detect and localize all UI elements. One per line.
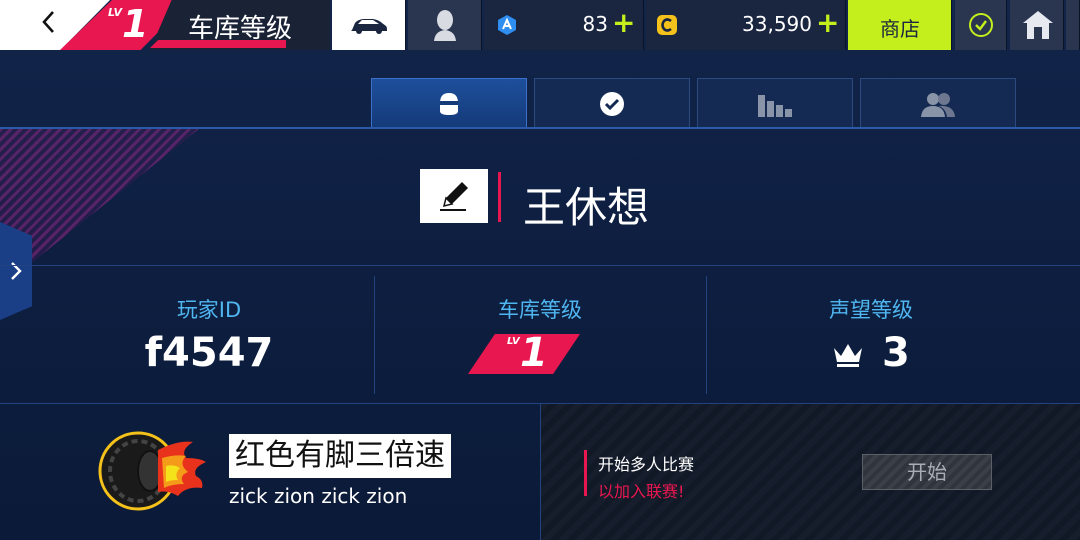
back-arrow-icon bbox=[42, 11, 54, 33]
multiplayer-accent-bar bbox=[584, 450, 587, 496]
prestige-value: 3 bbox=[882, 330, 910, 376]
start-button[interactable]: 开始 bbox=[862, 454, 992, 490]
token-currency-panel: 83 + bbox=[484, 0, 644, 50]
stat-prestige: 声望等级 bbox=[706, 266, 1036, 404]
people-icon bbox=[921, 92, 955, 117]
stat-player-id: 玩家ID f4547 bbox=[44, 266, 374, 404]
daily-check-button[interactable] bbox=[955, 0, 1007, 50]
player-id-label: 玩家ID bbox=[176, 298, 242, 322]
top-bar: LV 1 车库等级 83 + 33,590 + 商店 bbox=[0, 0, 1080, 50]
crown-icon bbox=[832, 340, 864, 372]
coin-icon bbox=[656, 14, 678, 36]
garage-level-value: 1 bbox=[520, 330, 548, 376]
add-coin-button[interactable]: + bbox=[816, 6, 839, 39]
shop-button[interactable]: 商店 bbox=[848, 0, 952, 50]
home-button[interactable] bbox=[1010, 0, 1064, 50]
home-icon bbox=[1021, 8, 1055, 42]
garage-level-prefix: LV bbox=[507, 336, 520, 347]
player-name: 王休想 bbox=[523, 183, 650, 232]
tab-underline bbox=[0, 127, 1080, 129]
tab-friends[interactable] bbox=[860, 78, 1016, 128]
garage-level-label: 车库等级 bbox=[498, 298, 582, 322]
back-button[interactable] bbox=[34, 9, 64, 39]
shop-label: 商店 bbox=[880, 17, 920, 41]
checkmark-icon bbox=[600, 91, 624, 116]
garage-car-button[interactable] bbox=[332, 0, 406, 50]
flaming-tire-icon bbox=[98, 430, 208, 516]
check-circle-icon bbox=[968, 12, 994, 38]
bar-chart-icon bbox=[758, 94, 792, 117]
tab-stats[interactable] bbox=[697, 78, 853, 128]
player-id-value: f4547 bbox=[144, 330, 274, 376]
edit-name-button[interactable] bbox=[420, 169, 488, 223]
helmet-icon bbox=[440, 92, 458, 115]
name-divider bbox=[498, 172, 501, 222]
multiplayer-subtitle: 以加入联赛! bbox=[598, 482, 685, 501]
level-prefix: LV bbox=[108, 6, 123, 19]
team-name: 红色有脚三倍速 bbox=[229, 434, 451, 478]
token-amount: 83 bbox=[582, 12, 608, 36]
token-icon bbox=[496, 14, 518, 36]
car-icon bbox=[349, 12, 389, 38]
multiplayer-title: 开始多人比赛 bbox=[598, 455, 695, 474]
prestige-label: 声望等级 bbox=[829, 298, 913, 322]
pencil-icon bbox=[440, 182, 468, 211]
tab-achievements[interactable] bbox=[534, 78, 690, 128]
profile-avatar-button[interactable] bbox=[408, 0, 482, 50]
extra-menu-button[interactable] bbox=[1066, 0, 1080, 50]
avatar-icon bbox=[430, 8, 460, 42]
coin-currency-panel: 33,590 + bbox=[646, 0, 846, 50]
coin-amount: 33,590 bbox=[742, 12, 812, 36]
page-title: 车库等级 bbox=[188, 14, 293, 44]
tab-profile[interactable] bbox=[371, 78, 527, 128]
team-tag: zick zion zick zion bbox=[229, 484, 408, 508]
add-token-button[interactable]: + bbox=[612, 6, 635, 39]
level-number: 1 bbox=[122, 2, 149, 46]
